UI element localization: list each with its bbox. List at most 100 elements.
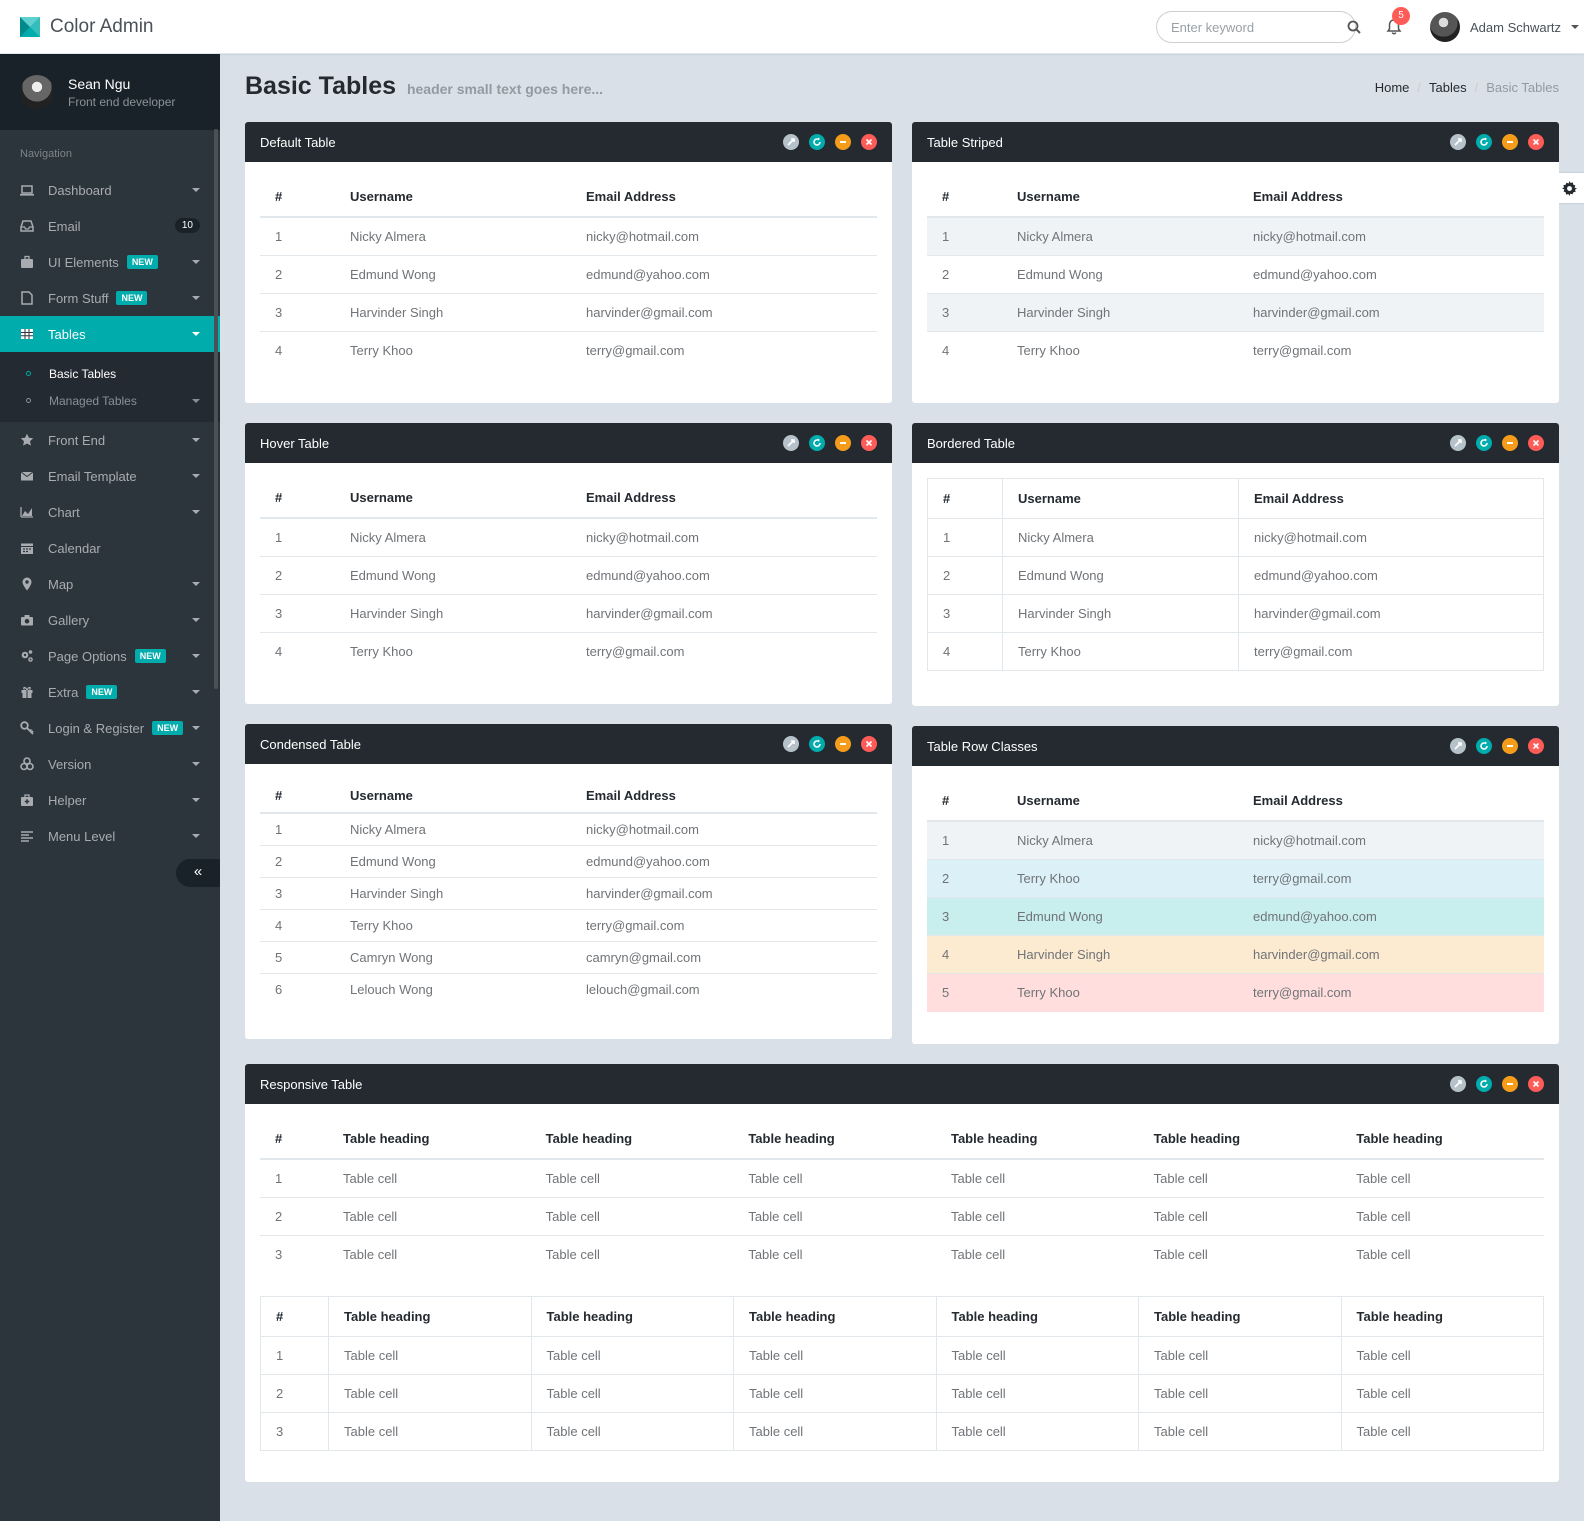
panel-bordered-table: Bordered Table # Username Email Address 1 Ni… — [912, 423, 1559, 706]
expand-button[interactable] — [1450, 134, 1466, 150]
reload-icon — [1480, 741, 1488, 750]
panel-heading: Bordered Table — [912, 423, 1559, 463]
close-icon — [1532, 138, 1540, 146]
sidebar-item-map[interactable]: Map — [0, 566, 220, 602]
submenu-item-basic-tables[interactable]: Basic Tables — [0, 360, 220, 387]
reload-button[interactable] — [809, 435, 825, 451]
sidebar-item-dashboard[interactable]: Dashboard — [0, 172, 220, 208]
reload-button[interactable] — [1476, 435, 1492, 451]
sidebar-item-front-end[interactable]: Front End — [0, 422, 220, 458]
brand[interactable]: Color Admin — [20, 16, 154, 38]
sidebar-item-calendar[interactable]: Calendar — [0, 530, 220, 566]
sidebar-item-page-options[interactable]: Page Options NEW — [0, 638, 220, 674]
remove-button[interactable] — [1528, 134, 1544, 150]
collapse-button[interactable] — [835, 134, 851, 150]
table-cell: Edmund Wong — [1002, 897, 1238, 936]
sidebar-item-tables[interactable]: Tables — [0, 316, 220, 352]
table-row: 1 Table cell Table cell Table cell Table cel… — [260, 1336, 1544, 1375]
sidebar-item-chart[interactable]: Chart — [0, 494, 220, 530]
table-cell: terry@gmail.com — [1238, 331, 1544, 370]
sidebar-item-email[interactable]: Email 10 — [0, 208, 220, 244]
collapse-button[interactable] — [1502, 435, 1518, 451]
table-cell: 2 — [927, 859, 1002, 898]
reload-button[interactable] — [809, 134, 825, 150]
expand-button[interactable] — [1450, 1076, 1466, 1092]
collapse-button[interactable] — [1502, 738, 1518, 754]
table-row: 4 Terry Khoo terry@gmail.com — [260, 908, 877, 941]
search-icon[interactable] — [1347, 20, 1361, 34]
collapse-button[interactable] — [835, 736, 851, 752]
area-chart-icon — [20, 505, 34, 519]
table-cell: 2 — [927, 255, 1002, 294]
table-row-success: 3 Edmund Wong edmund@yahoo.com — [927, 897, 1544, 936]
suitcase-icon — [20, 255, 34, 269]
reload-button[interactable] — [1476, 134, 1492, 150]
table-row: 1 Nicky Almera nicky@hotmail.com — [927, 518, 1544, 557]
table-cell: Nicky Almera — [1017, 833, 1093, 848]
breadcrumb-home[interactable]: Home — [1375, 80, 1410, 95]
column-header: Table heading — [328, 1295, 532, 1337]
gear-icon[interactable] — [1562, 180, 1577, 196]
sidebar-item-ui-elements[interactable]: UI Elements NEW — [0, 244, 220, 280]
bullet-icon — [26, 371, 31, 376]
remove-button[interactable] — [1528, 738, 1544, 754]
table-cell: Nicky Almera — [1017, 229, 1093, 244]
column-header: Table heading — [328, 1119, 531, 1160]
remove-button[interactable] — [861, 435, 877, 451]
table-cell: Table cell — [733, 1235, 936, 1274]
table-row: 1 Nicky Almera nicky@hotmail.com — [260, 217, 877, 256]
table-cell: 4 — [927, 632, 1003, 671]
table-cell: nicky@hotmail.com — [1253, 833, 1366, 848]
reload-button[interactable] — [1476, 1076, 1492, 1092]
hover-table: # Username Email Address 1 Nicky Almera nicky… — [260, 478, 877, 671]
expand-button[interactable] — [1450, 435, 1466, 451]
minus-icon — [1507, 442, 1513, 444]
map-marker-icon — [20, 577, 34, 591]
condensed-table: # Username Email Address 1 Nicky Almera nicky… — [260, 779, 877, 1005]
sidebar-item-login-register[interactable]: Login & Register NEW — [0, 710, 220, 746]
camera-icon — [20, 613, 34, 627]
reload-button[interactable] — [1476, 738, 1492, 754]
sidebar-item-form-stuff[interactable]: Form Stuff NEW — [0, 280, 220, 316]
sidebar-scrollbar[interactable] — [214, 129, 218, 689]
expand-icon — [1454, 138, 1462, 146]
expand-button[interactable] — [783, 736, 799, 752]
remove-button[interactable] — [861, 134, 877, 150]
panel-title: Hover Table — [260, 435, 330, 451]
table-cell: 2 — [260, 255, 335, 294]
sidebar-profile[interactable]: Sean Ngu Front end developer — [0, 54, 220, 130]
expand-button[interactable] — [1450, 738, 1466, 754]
collapse-button[interactable] — [1502, 134, 1518, 150]
reload-button[interactable] — [809, 736, 825, 752]
remove-button[interactable] — [1528, 435, 1544, 451]
expand-button[interactable] — [783, 134, 799, 150]
striped-table: # Username Email Address 1 Nicky Almera nicky… — [927, 177, 1544, 370]
breadcrumb-separator: / — [1474, 80, 1479, 95]
notification-badge: 5 — [1392, 7, 1410, 25]
sidebar-item-extra[interactable]: Extra NEW — [0, 674, 220, 710]
table-cell: Table cell — [328, 1197, 531, 1236]
collapse-button[interactable] — [835, 435, 851, 451]
collapse-button[interactable] — [1502, 1076, 1518, 1092]
submenu-item-managed-tables[interactable]: Managed Tables — [0, 387, 220, 414]
panel-title: Responsive Table — [260, 1076, 363, 1092]
brand-text: Color Admin — [50, 16, 154, 37]
expand-button[interactable] — [783, 435, 799, 451]
user-menu[interactable]: Adam Schwartz — [1430, 12, 1580, 42]
search-input[interactable] — [1171, 19, 1347, 35]
sidebar-item-helper[interactable]: Helper — [0, 782, 220, 818]
sidebar-item-email-template[interactable]: Email Template — [0, 458, 220, 494]
column-header: Table heading — [733, 1119, 936, 1160]
remove-button[interactable] — [1528, 1076, 1544, 1092]
theme-panel-toggle[interactable] — [1555, 173, 1584, 203]
sidebar-item-menu-level[interactable]: Menu Level — [0, 818, 220, 854]
sidebar-item-version[interactable]: Version — [0, 746, 220, 782]
sidebar-minify-button[interactable]: « — [176, 859, 220, 887]
table-row: 2 Table cell Table cell Table cell Table cel… — [260, 1373, 1544, 1413]
table-cell: Table cell — [328, 1336, 532, 1375]
remove-button[interactable] — [861, 736, 877, 752]
sidebar-item-gallery[interactable]: Gallery — [0, 602, 220, 638]
breadcrumb-tables[interactable]: Tables — [1429, 80, 1467, 95]
caret-down-icon — [192, 332, 200, 336]
table-row: 1 Nicky Almera nicky@hotmail.com — [260, 518, 877, 557]
